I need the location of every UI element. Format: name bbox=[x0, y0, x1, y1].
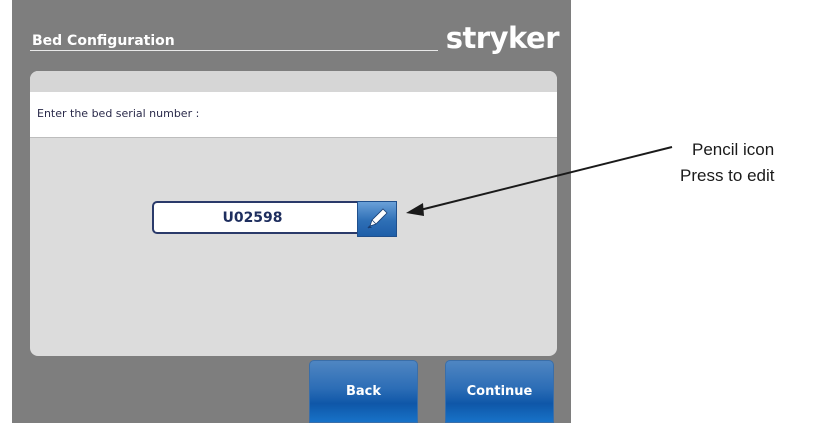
callout-arrow bbox=[406, 146, 673, 216]
callout-line-1: Pencil icon bbox=[692, 140, 775, 159]
callout-line-2: Press to edit bbox=[680, 166, 775, 185]
